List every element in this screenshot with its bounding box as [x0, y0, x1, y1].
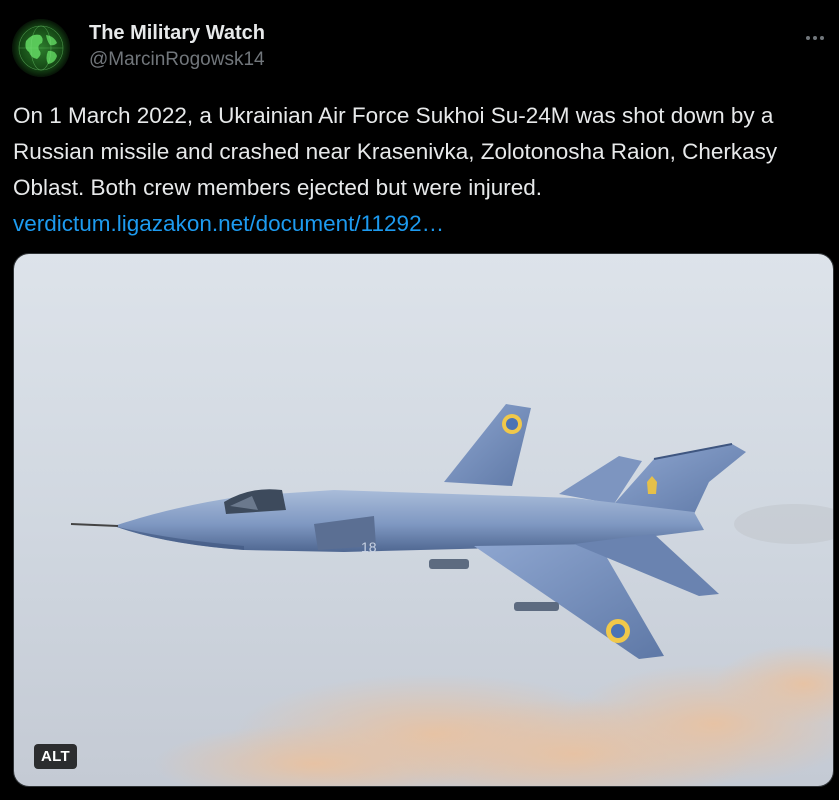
- more-options-button[interactable]: [795, 18, 835, 58]
- avatar[interactable]: [12, 19, 70, 77]
- tail-number: 18: [361, 539, 377, 555]
- more-options-icon: [806, 36, 810, 40]
- tweet-header: The Military Watch @MarcinRogowsk14: [89, 20, 265, 73]
- user-handle[interactable]: @MarcinRogowsk14: [89, 47, 265, 73]
- tweet-text: On 1 March 2022, a Ukrainian Air Force S…: [13, 98, 828, 242]
- tweet[interactable]: The Military Watch @MarcinRogowsk14 On 1…: [0, 0, 839, 800]
- tweet-media-image[interactable]: 18 ALT: [13, 253, 834, 787]
- globe-icon: [12, 19, 70, 77]
- aircraft-photo: 18: [14, 254, 833, 786]
- alt-badge[interactable]: ALT: [34, 744, 77, 769]
- tweet-link[interactable]: verdictum.ligazakon.net/document/11292…: [13, 211, 444, 236]
- tweet-body: On 1 March 2022, a Ukrainian Air Force S…: [13, 103, 784, 200]
- display-name[interactable]: The Military Watch: [89, 20, 265, 46]
